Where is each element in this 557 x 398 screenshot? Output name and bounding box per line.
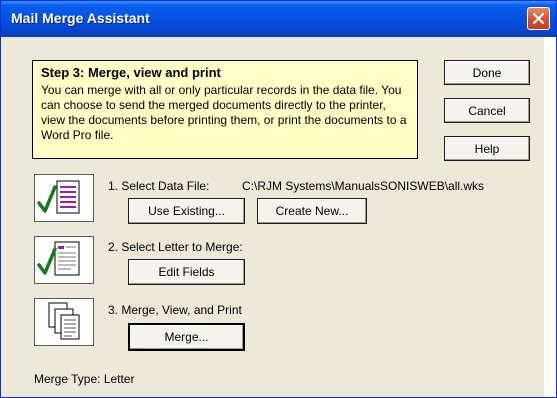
- step-info-box: Step 3: Merge, view and print You can me…: [32, 60, 418, 159]
- close-icon: [532, 12, 545, 25]
- create-new-button[interactable]: Create New...: [257, 198, 367, 224]
- step2-label: 2. Select Letter to Merge:: [108, 240, 243, 254]
- title-bar[interactable]: Mail Merge Assistant: [1, 1, 556, 37]
- close-button[interactable]: [527, 7, 550, 30]
- cancel-button[interactable]: Cancel: [444, 98, 530, 123]
- stacked-documents-icon: [48, 302, 80, 340]
- step3-label: 3. Merge, View, and Print: [108, 303, 242, 317]
- data-file-path: C:\RJM Systems\ManualsSONISWEB\all.wks: [242, 179, 485, 193]
- step-title: Step 3: Merge, view and print: [41, 65, 221, 80]
- letter-icon-box: [34, 236, 94, 284]
- window-title: Mail Merge Assistant: [11, 10, 150, 26]
- data-file-check-icon: [37, 180, 80, 214]
- merge-button[interactable]: Merge...: [128, 323, 245, 351]
- step1-label: 1. Select Data File:: [108, 179, 210, 193]
- edit-fields-button[interactable]: Edit Fields: [128, 259, 245, 285]
- done-button[interactable]: Done: [444, 60, 530, 85]
- step-description: You can merge with all or only particula…: [41, 83, 407, 142]
- use-existing-button[interactable]: Use Existing...: [128, 198, 245, 224]
- help-button[interactable]: Help: [444, 136, 530, 161]
- window-edge: [544, 37, 556, 397]
- merge-type-label: Merge Type: Letter: [34, 372, 135, 386]
- data-file-icon-box: [34, 174, 94, 222]
- letter-check-icon: [37, 241, 80, 276]
- merge-icon-box: [34, 298, 94, 346]
